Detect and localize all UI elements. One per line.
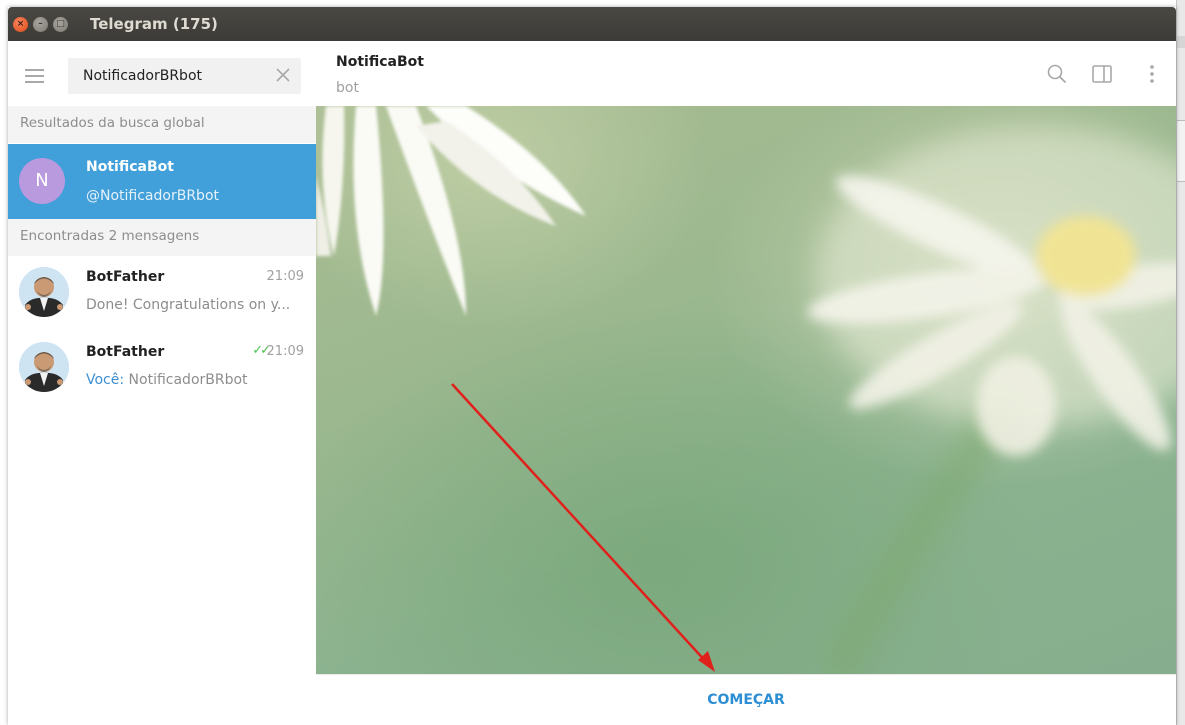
chat-header: NotificaBot bot bbox=[316, 41, 1176, 106]
chat-panel: NotificaBot bot COMEÇAR bbox=[316, 41, 1176, 725]
annotation-arrow bbox=[451, 383, 709, 665]
background-window-edge bbox=[1176, 0, 1185, 725]
avatar: N bbox=[19, 158, 65, 204]
chat-wallpaper bbox=[316, 106, 1176, 674]
search-result-notificabot[interactable]: N NotificaBot @NotificadorBRbot bbox=[8, 144, 316, 219]
start-button[interactable]: COMEÇAR bbox=[316, 675, 1176, 725]
columns-icon[interactable] bbox=[1091, 63, 1113, 85]
botfather-avatar bbox=[19, 342, 69, 392]
message-time: 21:09 bbox=[266, 269, 304, 284]
message-sender: BotFather bbox=[86, 344, 165, 360]
search-icon[interactable] bbox=[1046, 63, 1068, 85]
sidebar: NotificadorBRbot Resultados da busca glo… bbox=[8, 41, 317, 725]
sidebar-topbar: NotificadorBRbot bbox=[8, 41, 316, 106]
message-time: 21:09 bbox=[266, 344, 304, 359]
chat-status: bot bbox=[336, 80, 359, 96]
you-label: Você: bbox=[86, 372, 125, 388]
section-header-found-messages: Encontradas 2 mensagens bbox=[8, 219, 316, 256]
hamburger-menu-icon[interactable] bbox=[25, 69, 44, 83]
search-input[interactable]: NotificadorBRbot bbox=[68, 58, 301, 94]
daisy-wallpaper-art bbox=[316, 106, 1176, 674]
message-preview: Você: NotificadorBRbot bbox=[86, 372, 248, 388]
peer-username: @NotificadorBRbot bbox=[86, 188, 219, 204]
message-sender: BotFather bbox=[86, 269, 165, 285]
window-close-button[interactable]: × bbox=[13, 17, 28, 32]
message-preview: Done! Congratulations on y... bbox=[86, 297, 291, 313]
botfather-avatar bbox=[19, 267, 69, 317]
message-preview-text: NotificadorBRbot bbox=[124, 372, 248, 388]
telegram-window: × – □ Telegram (175) NotificadorBRbot Re… bbox=[8, 7, 1176, 725]
peer-name: NotificaBot bbox=[86, 159, 174, 175]
message-result-2[interactable]: BotFather ✓✓ 21:09 Você: NotificadorBRbo… bbox=[8, 331, 316, 406]
message-result-1[interactable]: BotFather 21:09 Done! Congratulations on… bbox=[8, 256, 316, 331]
chat-title[interactable]: NotificaBot bbox=[336, 54, 424, 70]
window-maximize-button[interactable]: □ bbox=[53, 17, 68, 32]
title-bar: × – □ Telegram (175) bbox=[8, 7, 1176, 41]
more-options-icon[interactable] bbox=[1141, 63, 1163, 85]
section-header-global-search: Resultados da busca global bbox=[8, 106, 316, 143]
bottom-bar: COMEÇAR bbox=[316, 674, 1176, 725]
clear-search-icon[interactable] bbox=[271, 63, 295, 87]
window-minimize-button[interactable]: – bbox=[33, 17, 48, 32]
search-input-value: NotificadorBRbot bbox=[83, 68, 202, 84]
window-title: Telegram (175) bbox=[90, 15, 218, 33]
